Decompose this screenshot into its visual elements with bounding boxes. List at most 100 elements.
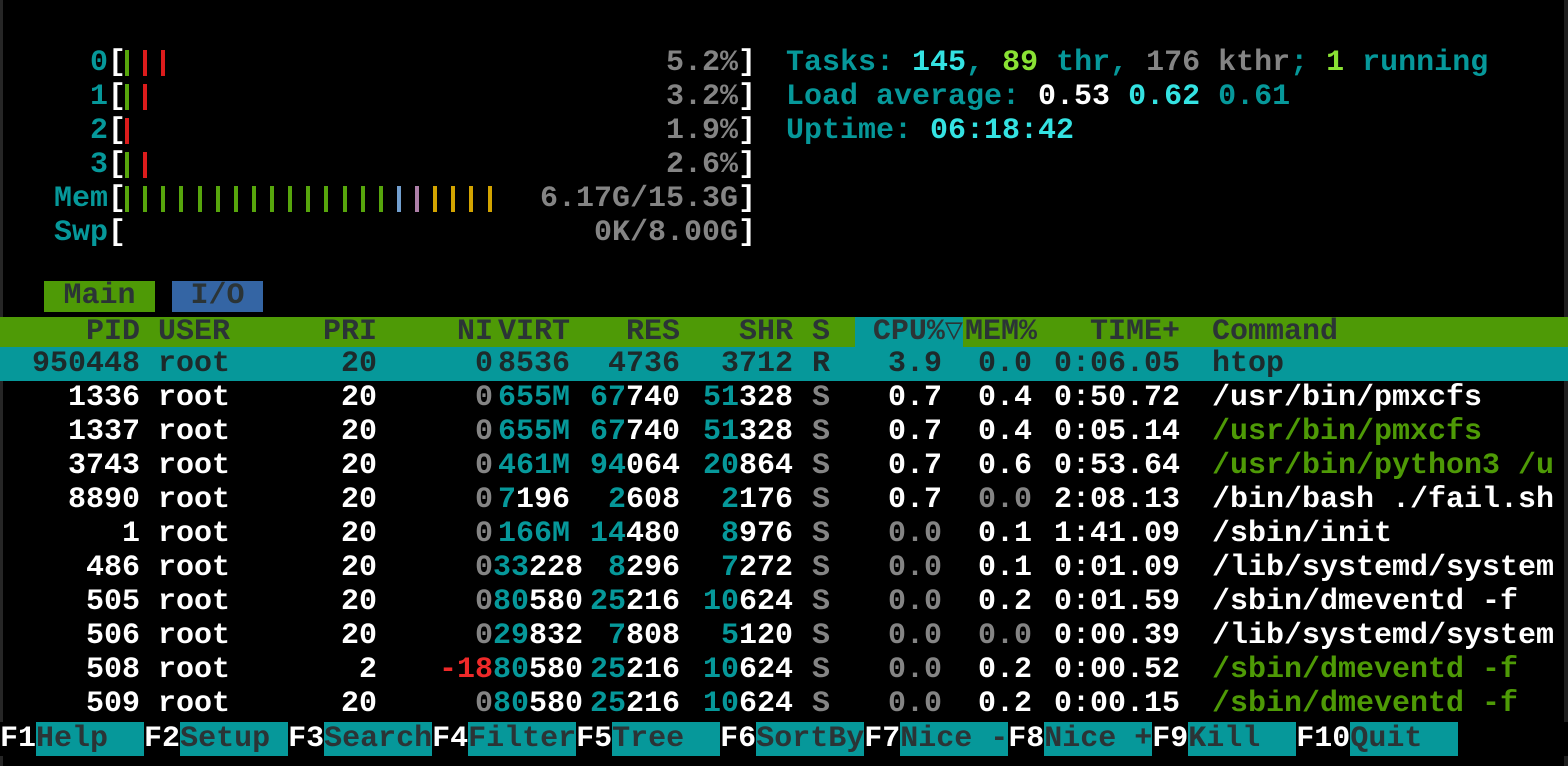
column-header-pid[interactable]: PID bbox=[0, 317, 140, 347]
text-segment: 20 bbox=[341, 619, 377, 653]
text-segment: 33 bbox=[493, 551, 529, 585]
cell-state: S bbox=[793, 449, 830, 483]
text-segment: 0 bbox=[475, 381, 493, 415]
text-segment: 8890 bbox=[68, 483, 140, 517]
cell-ni: 0 bbox=[377, 449, 493, 483]
column-header-shr[interactable]: SHR bbox=[680, 317, 793, 347]
text-segment: /bin/bash ./fail.sh bbox=[1212, 483, 1554, 517]
text-segment: root bbox=[158, 517, 230, 551]
cell-virt: 655M bbox=[493, 381, 570, 415]
text-segment: /sbin/dmeventd -f bbox=[1212, 687, 1518, 721]
column-header-label: SHR bbox=[739, 315, 793, 349]
tab-main[interactable]: Main bbox=[44, 281, 155, 312]
column-header-mem-pct[interactable]: MEM% bbox=[942, 317, 1032, 347]
cell-mem-pct: 0.1 bbox=[942, 517, 1032, 551]
cell-state: S bbox=[793, 585, 830, 619]
cell-state: S bbox=[793, 483, 830, 517]
fkey-label: F3 bbox=[288, 722, 324, 756]
text-segment: 0.6 bbox=[978, 449, 1032, 483]
fkey-f2-setup[interactable]: F2Setup bbox=[144, 722, 288, 756]
process-row[interactable]: 8890root200719626082176S0.70.02:08.13/bi… bbox=[0, 483, 1568, 517]
fkey-f7-nice[interactable]: F7Nice - bbox=[864, 722, 1008, 756]
cell-command: /usr/bin/pmxcfs bbox=[1180, 415, 1568, 449]
text-segment: 1337 bbox=[68, 415, 140, 449]
fkey-f6-sortby[interactable]: F6SortBy bbox=[720, 722, 864, 756]
cell-pid: 1 bbox=[0, 517, 140, 551]
text-segment: 2 bbox=[721, 483, 739, 517]
cell-cpu-pct: 0.0 bbox=[830, 551, 942, 585]
process-row[interactable]: 508root2-18805802521610624S0.00.20:00.52… bbox=[0, 653, 1568, 687]
meter-bar-green bbox=[361, 186, 365, 212]
text-segment: S bbox=[812, 449, 830, 483]
cell-time: 0:53.64 bbox=[1032, 449, 1180, 483]
text-segment: 0.53 bbox=[1038, 80, 1128, 114]
column-header-virt[interactable]: VIRT bbox=[493, 317, 570, 347]
cell-res: 7808 bbox=[570, 619, 680, 653]
text-segment: 328 bbox=[739, 415, 793, 449]
column-header-command[interactable]: Command bbox=[1180, 317, 1568, 347]
text-segment: 0 bbox=[475, 619, 493, 653]
column-header-label: USER bbox=[158, 315, 230, 349]
cell-virt: 8536 bbox=[493, 347, 570, 381]
text-segment: 8536 bbox=[498, 347, 570, 381]
cell-time: 0:01.09 bbox=[1032, 551, 1180, 585]
process-row[interactable]: 506root2002983278085120S0.00.00:00.39/li… bbox=[0, 619, 1568, 653]
column-header-label: S bbox=[812, 315, 830, 349]
fkey-f3-search[interactable]: F3Search bbox=[288, 722, 432, 756]
meter-close-bracket: ] bbox=[738, 46, 756, 80]
process-row-selected[interactable]: 950448root200853647363712R3.90.00:06.05h… bbox=[0, 347, 1568, 381]
meter-bar-purple bbox=[415, 186, 419, 212]
fkey-f10-quit[interactable]: F10Quit bbox=[1296, 722, 1458, 756]
column-header-label: RES bbox=[626, 315, 680, 349]
process-row[interactable]: 1root200166M144808976S0.00.11:41.09/sbin… bbox=[0, 517, 1568, 551]
cell-pri: 20 bbox=[230, 483, 377, 517]
fkey-action-label: Nice - bbox=[900, 722, 1008, 756]
column-header-state[interactable]: S bbox=[793, 317, 830, 347]
fkey-f4-filter[interactable]: F4Filter bbox=[432, 722, 576, 756]
text-segment: 06:18:42 bbox=[930, 114, 1074, 148]
fkey-label: F7 bbox=[864, 722, 900, 756]
meter-bar-red bbox=[143, 50, 147, 76]
process-row[interactable]: 3743root200461M9406420864S0.70.60:53.64/… bbox=[0, 449, 1568, 483]
fkey-f9-kill[interactable]: F9Kill bbox=[1152, 722, 1296, 756]
meter-bar-red bbox=[143, 84, 147, 110]
process-row[interactable]: 1337root200655M6774051328S0.70.40:05.14/… bbox=[0, 415, 1568, 449]
column-header-res[interactable]: RES bbox=[570, 317, 680, 347]
text-segment: 20 bbox=[341, 347, 377, 381]
column-header-pri[interactable]: PRI bbox=[230, 317, 377, 347]
column-header-user[interactable]: USER bbox=[140, 317, 230, 347]
meter-bar-green bbox=[143, 186, 147, 212]
text-segment: 0 bbox=[475, 585, 493, 619]
cell-command: /lib/systemd/system bbox=[1180, 551, 1568, 585]
meter-bar-yellow bbox=[451, 186, 455, 212]
process-row[interactable]: 505root200805802521610624S0.00.20:01.59/… bbox=[0, 585, 1568, 619]
text-segment: Tasks: bbox=[786, 46, 912, 80]
text-segment: 8 bbox=[608, 551, 626, 585]
cell-user: root bbox=[140, 381, 230, 415]
text-segment: 0 bbox=[475, 415, 493, 449]
process-row[interactable]: 486root2003322882967272S0.00.10:01.09/li… bbox=[0, 551, 1568, 585]
text-segment: 80 bbox=[493, 653, 529, 687]
fkey-f1-help[interactable]: F1Help bbox=[0, 722, 144, 756]
cell-shr: 10624 bbox=[680, 653, 793, 687]
cpu-0-meter-value: 5.2% bbox=[666, 46, 738, 80]
cell-shr: 2176 bbox=[680, 483, 793, 517]
fkey-f8-nice[interactable]: F8Nice + bbox=[1008, 722, 1152, 756]
process-row[interactable]: 509root200805802521610624S0.00.20:00.15/… bbox=[0, 687, 1568, 721]
fkey-label: F8 bbox=[1008, 722, 1044, 756]
process-row[interactable]: 1336root200655M6774051328S0.70.40:50.72/… bbox=[0, 381, 1568, 415]
cell-user: root bbox=[140, 551, 230, 585]
meter-bar-blue bbox=[397, 186, 401, 212]
column-header-time[interactable]: TIME+ bbox=[1032, 317, 1180, 347]
fkey-f5-tree[interactable]: F5Tree bbox=[576, 722, 720, 756]
text-segment: /sbin/dmeventd -f bbox=[1212, 653, 1518, 687]
column-header-ni[interactable]: NI bbox=[377, 317, 493, 347]
text-segment: 0.4 bbox=[978, 415, 1032, 449]
text-segment: /lib/systemd/system bbox=[1212, 551, 1554, 585]
cell-res: 25216 bbox=[570, 653, 680, 687]
tab-io[interactable]: I/O bbox=[172, 281, 263, 312]
column-header-cpu-pct[interactable]: CPU%▽ bbox=[830, 317, 942, 347]
cell-command: htop bbox=[1180, 347, 1568, 381]
cell-cpu-pct: 0.0 bbox=[830, 687, 942, 721]
fkey-label: F2 bbox=[144, 722, 180, 756]
